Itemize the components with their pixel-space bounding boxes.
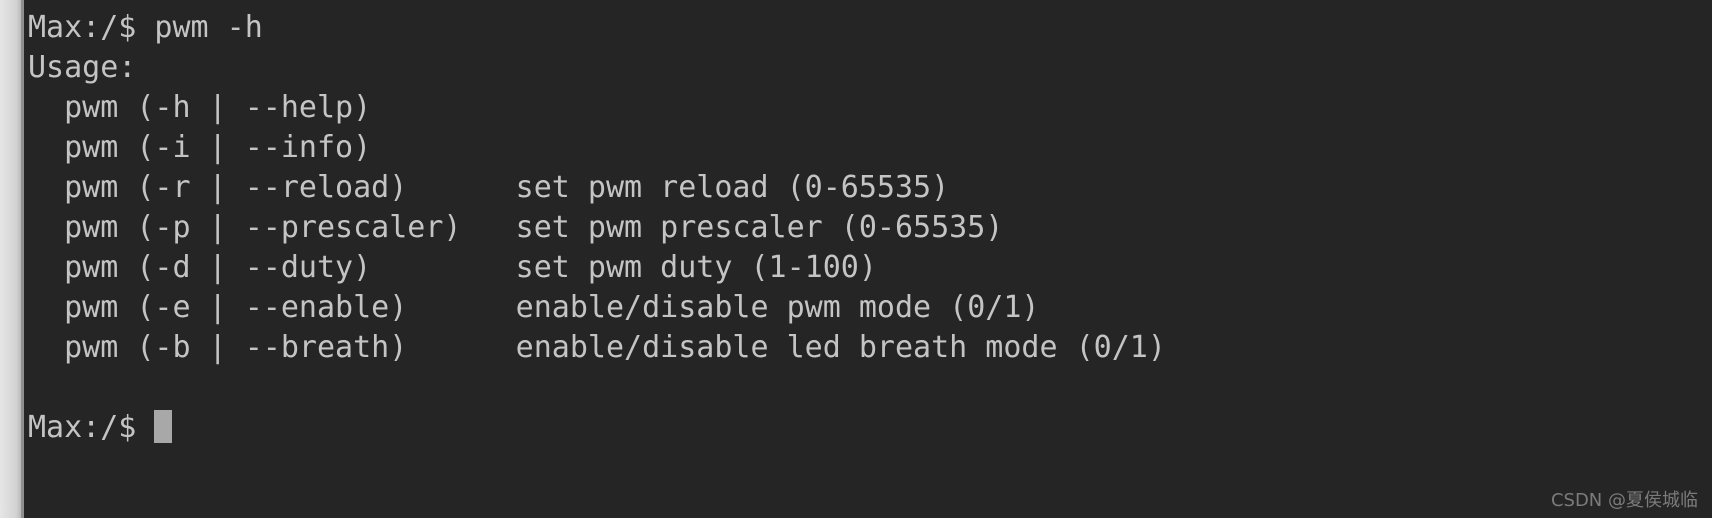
terminal-line-option-prescaler: pwm (-p | --prescaler) set pwm prescaler… <box>28 210 1004 245</box>
terminal-line-option-info: pwm (-i | --info) <box>28 130 372 165</box>
prompt-text: Max:/$ <box>28 410 155 445</box>
terminal-output-area[interactable]: Max:/$ pwm -h Usage: pwm (-h | --help) p… <box>24 0 1712 518</box>
terminal-line-usage-header: Usage: <box>28 50 137 85</box>
terminal-line-option-reload: pwm (-r | --reload) set pwm reload (0-65… <box>28 170 950 205</box>
terminal-line-option-breath: pwm (-b | --breath) enable/disable led b… <box>28 330 1166 365</box>
window-left-gutter <box>0 0 21 518</box>
terminal-prompt-line[interactable]: Max:/$ <box>24 408 1712 448</box>
text-cursor <box>154 410 173 443</box>
terminal-screenshot: Max:/$ pwm -h Usage: pwm (-h | --help) p… <box>0 0 1712 518</box>
terminal-line-command: Max:/$ pwm -h <box>28 10 263 45</box>
terminal-line-option-duty: pwm (-d | --duty) set pwm duty (1-100) <box>28 250 877 285</box>
terminal-line-option-help: pwm (-h | --help) <box>28 90 372 125</box>
csdn-watermark: CSDN @夏侯城临 <box>1550 490 1698 511</box>
terminal-line-option-enable: pwm (-e | --enable) enable/disable pwm m… <box>28 290 1040 325</box>
